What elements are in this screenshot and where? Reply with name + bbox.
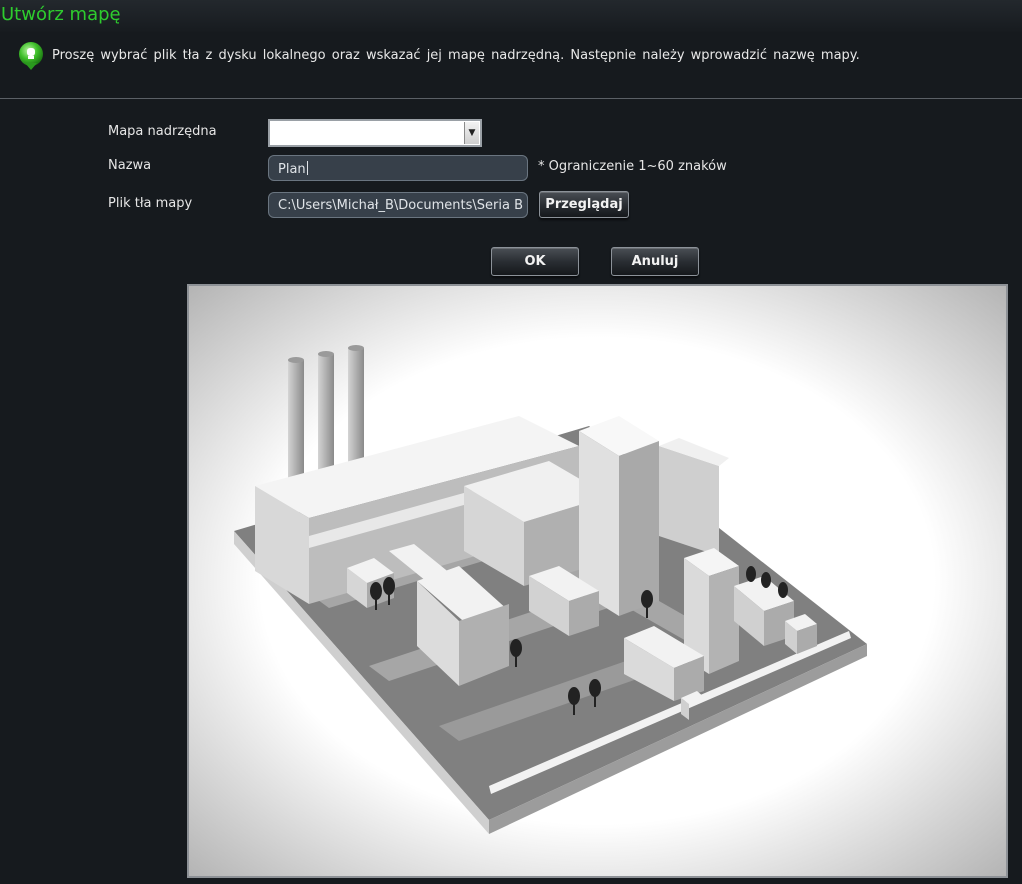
name-label: Nazwa bbox=[108, 158, 152, 173]
file-path-input[interactable]: C:\Users\Michał_B\Documents\Seria B 2 bbox=[268, 192, 528, 218]
cancel-button[interactable]: Anuluj bbox=[611, 247, 699, 276]
header-divider bbox=[0, 98, 1022, 99]
ok-button[interactable]: OK bbox=[491, 247, 579, 276]
parent-map-label: Mapa nadrzędna bbox=[108, 124, 217, 139]
chevron-down-icon[interactable]: ▼ bbox=[464, 122, 479, 144]
hint-text: Proszę wybrać plik tła z dysku lokalnego… bbox=[52, 48, 860, 63]
file-path-value: C:\Users\Michał_B\Documents\Seria B 2 bbox=[278, 198, 528, 213]
title-bar: Utwórz mapę bbox=[0, 0, 1022, 32]
dialog-title: Utwórz mapę bbox=[1, 4, 121, 25]
hint-bulb-icon bbox=[19, 42, 43, 70]
map-preview bbox=[187, 284, 1008, 878]
text-caret bbox=[306, 161, 308, 175]
browse-button[interactable]: Przeglądaj bbox=[539, 191, 629, 218]
name-value: Plan bbox=[278, 162, 306, 177]
name-limit-note: * Ograniczenie 1~60 znaków bbox=[538, 159, 727, 174]
factory-render-image bbox=[189, 286, 1006, 876]
file-label: Plik tła mapy bbox=[108, 196, 193, 211]
name-input[interactable]: Plan bbox=[268, 155, 528, 181]
parent-map-select[interactable]: ▼ bbox=[268, 119, 482, 147]
